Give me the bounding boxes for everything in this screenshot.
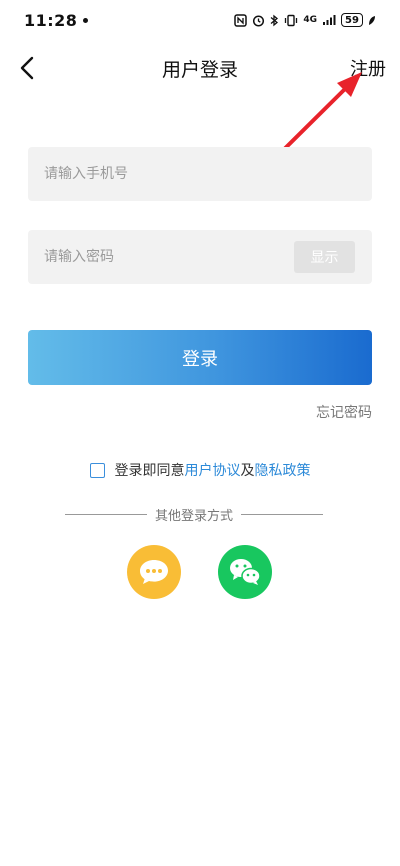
login-button[interactable]: 登录 — [28, 330, 372, 385]
divider-line-left — [65, 514, 147, 515]
bluetooth-icon — [270, 14, 279, 27]
annotation-arrow — [246, 72, 362, 187]
status-bar: 11:28 4G 59 — [0, 0, 400, 40]
page-title: 用户登录 — [161, 59, 238, 81]
agreement-row: 登录即同意 用户协议 及 隐私政策 — [0, 460, 400, 480]
password-field: 显示 — [28, 230, 372, 284]
agreement-prefix: 登录即同意 — [114, 463, 185, 479]
agreement-conjunction: 及 — [240, 463, 255, 479]
nav-bar: 用户登录 注册 — [0, 46, 400, 90]
sms-login-button[interactable] — [127, 545, 181, 599]
wechat-icon — [230, 559, 261, 585]
divider-line-right — [241, 514, 324, 515]
phone-input[interactable] — [28, 147, 372, 201]
notification-dot-icon — [83, 17, 89, 23]
wechat-login-button[interactable] — [218, 545, 272, 599]
privacy-policy-link[interactable]: 隐私政策 — [255, 460, 311, 480]
agreement-checkbox[interactable] — [89, 462, 105, 478]
alarm-icon — [252, 14, 265, 27]
status-time: 11:28 — [24, 10, 78, 30]
other-login-label: 其他登录方式 — [155, 509, 234, 524]
status-left: 11:28 — [24, 10, 89, 30]
login-page: 11:28 4G 59 用户登录 注册 请输入手机号 显示 登录 忘记密码 登录… — [0, 0, 400, 866]
register-button[interactable]: 注册 — [350, 55, 386, 81]
phone-field — [28, 147, 372, 201]
status-right: 4G 59 — [234, 13, 376, 27]
chat-bubble-icon — [140, 560, 168, 584]
forgot-password-link[interactable]: 忘记密码 — [316, 402, 372, 422]
signal-icon — [322, 14, 336, 26]
show-password-button[interactable]: 显示 — [294, 241, 355, 273]
battery-icon: 59 — [341, 13, 363, 27]
other-login-divider: 其他登录方式 — [65, 505, 324, 524]
network-type: 4G — [303, 15, 317, 25]
nfc-icon — [234, 13, 248, 27]
user-agreement-link[interactable]: 用户协议 — [185, 460, 241, 480]
vibrate-icon — [284, 14, 298, 27]
leaf-icon — [368, 15, 376, 26]
